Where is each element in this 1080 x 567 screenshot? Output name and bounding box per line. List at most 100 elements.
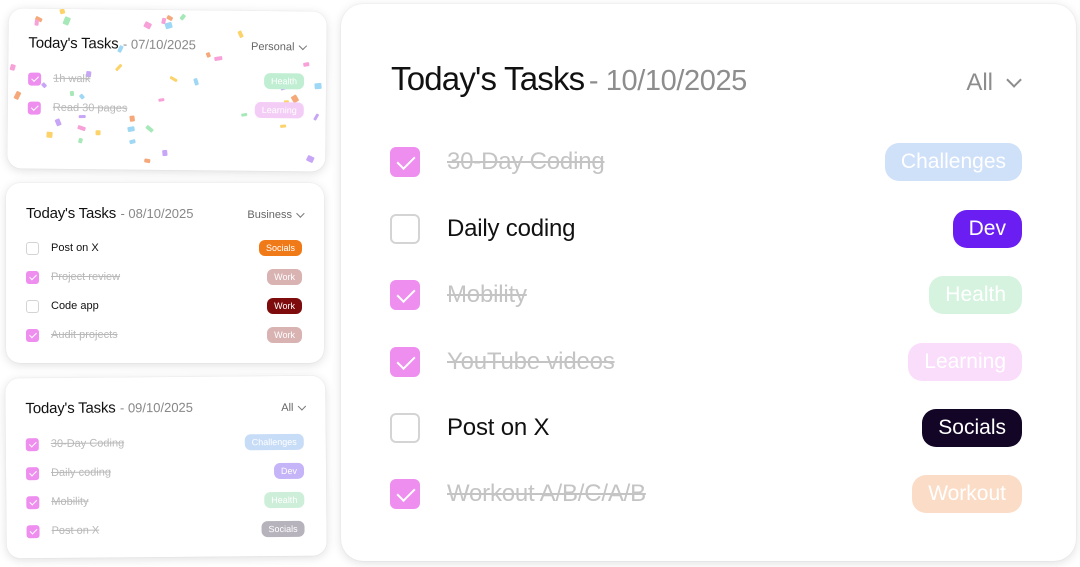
filter-dropdown[interactable]: Personal	[250, 40, 308, 54]
task-tag: Learning	[908, 343, 1022, 381]
task-tag: Health	[929, 276, 1022, 314]
task-label: 1h walk	[53, 72, 91, 86]
confetti-piece	[179, 13, 187, 21]
task-tag: Learning	[254, 101, 304, 119]
task-row[interactable]: Project review Work	[26, 269, 302, 285]
task-tag: Health	[264, 491, 305, 509]
checkbox-checked[interactable]	[390, 280, 420, 310]
checkbox-unchecked[interactable]	[26, 299, 39, 313]
confetti-piece	[129, 138, 136, 145]
task-row[interactable]: Code app Work	[26, 298, 302, 314]
task-tag: Socials	[261, 520, 305, 538]
checkbox-checked[interactable]	[26, 328, 39, 342]
filter-dropdown[interactable]: All	[281, 401, 307, 414]
confetti-piece	[62, 16, 72, 26]
task-card-personal: Today's Tasks - 07/10/2025 Personal 1h w…	[7, 8, 327, 172]
main-title: Today's Tasks	[391, 60, 585, 97]
confetti-piece	[143, 158, 151, 164]
filter-label: Personal	[250, 40, 295, 54]
confetti-piece	[46, 131, 53, 139]
chevron-down-icon	[297, 402, 307, 411]
task-tag: Dev	[952, 210, 1022, 248]
task-row[interactable]: Mobility Health	[26, 491, 305, 510]
checkbox-checked[interactable]	[26, 524, 40, 538]
checkbox-checked[interactable]	[26, 495, 40, 509]
task-tag: Dev	[273, 462, 305, 480]
task-label: Project review	[51, 271, 121, 283]
task-row[interactable]: Daily coding Dev	[25, 462, 305, 481]
task-label: Audit projects	[51, 329, 118, 341]
confetti-piece	[313, 113, 320, 121]
task-tag: Workout	[912, 475, 1022, 513]
card-title: Today's Tasks	[25, 399, 116, 418]
task-label: 30-Day Coding	[50, 437, 125, 451]
confetti-piece	[162, 149, 168, 157]
checkbox-unchecked[interactable]	[26, 241, 39, 255]
checkbox-checked[interactable]	[25, 437, 39, 451]
task-row[interactable]: 1h walk Health	[28, 71, 305, 90]
confetti-piece	[78, 93, 86, 100]
confetti-piece	[143, 21, 153, 30]
task-row[interactable]: 30-Day Coding Challenges	[25, 433, 304, 452]
task-row[interactable]: Post on X Socials	[390, 408, 1022, 448]
main-date-dash: -	[588, 65, 606, 97]
filter-label: All	[281, 401, 294, 414]
task-label: YouTube videos	[447, 348, 615, 375]
filter-dropdown[interactable]: Business	[247, 209, 305, 221]
task-tag: Health	[264, 73, 305, 90]
task-label: Read 30 pages	[52, 101, 128, 115]
task-card-all: Today's Tasks - 09/10/2025 All 30-Day Co…	[5, 375, 327, 559]
task-row[interactable]: 30-Day Coding Challenges	[390, 142, 1022, 182]
filter-label: All	[966, 69, 993, 96]
task-label: Workout A/B/C/A/B	[447, 480, 646, 507]
task-row[interactable]: Daily coding Dev	[390, 209, 1022, 249]
confetti-decoration	[9, 8, 327, 164]
card-date: - 09/10/2025	[119, 399, 194, 416]
task-label: Daily coding	[50, 466, 112, 480]
main-date: 10/10/2025	[605, 65, 748, 97]
checkbox-unchecked[interactable]	[390, 413, 420, 443]
checkbox-checked[interactable]	[390, 147, 420, 177]
confetti-piece	[95, 130, 101, 136]
chevron-down-icon	[1006, 71, 1022, 88]
card-date: - 07/10/2025	[122, 36, 197, 53]
checkbox-checked[interactable]	[26, 270, 39, 284]
confetti-piece	[164, 21, 173, 30]
task-row[interactable]: Mobility Health	[390, 275, 1022, 315]
task-label: Mobility	[447, 281, 527, 308]
confetti-piece	[114, 63, 123, 72]
confetti-piece	[314, 82, 322, 90]
task-tag: Challenges	[244, 433, 304, 451]
filter-dropdown[interactable]: All	[966, 69, 1022, 97]
task-tag: Socials	[258, 240, 302, 256]
card-date: - 08/10/2025	[120, 206, 194, 221]
confetti-piece	[77, 137, 84, 144]
confetti-piece	[9, 63, 16, 71]
confetti-piece	[305, 154, 315, 164]
task-row[interactable]: Workout A/B/C/A/B Workout	[390, 474, 1022, 514]
main-task-card: Today's Tasks - 10/10/2025 All 30-Day Co…	[341, 4, 1076, 561]
checkbox-checked[interactable]	[390, 347, 420, 377]
task-row[interactable]: Audit projects Work	[26, 327, 302, 343]
confetti-piece	[59, 8, 66, 15]
confetti-piece	[54, 118, 62, 127]
checkbox-unchecked[interactable]	[390, 214, 420, 244]
task-tag: Work	[267, 327, 302, 343]
task-tag: Work	[267, 269, 302, 285]
checkbox-checked[interactable]	[390, 479, 420, 509]
card-title: Today's Tasks	[28, 34, 119, 53]
checkbox-checked[interactable]	[25, 466, 40, 480]
confetti-piece	[69, 90, 75, 97]
chevron-down-icon	[296, 209, 305, 218]
confetti-piece	[34, 19, 39, 26]
task-row[interactable]: Post on X Socials	[26, 240, 302, 256]
checkbox-checked[interactable]	[27, 101, 41, 115]
confetti-piece	[127, 126, 135, 133]
task-row[interactable]: Read 30 pages Learning	[27, 100, 304, 119]
task-row[interactable]: Post on X Socials	[26, 520, 305, 539]
card-title: Today's Tasks	[26, 205, 117, 222]
checkbox-checked[interactable]	[28, 72, 42, 86]
task-label: Daily coding	[447, 215, 576, 242]
task-row[interactable]: YouTube videos Learning	[390, 342, 1022, 382]
task-tag: Challenges	[884, 143, 1022, 181]
